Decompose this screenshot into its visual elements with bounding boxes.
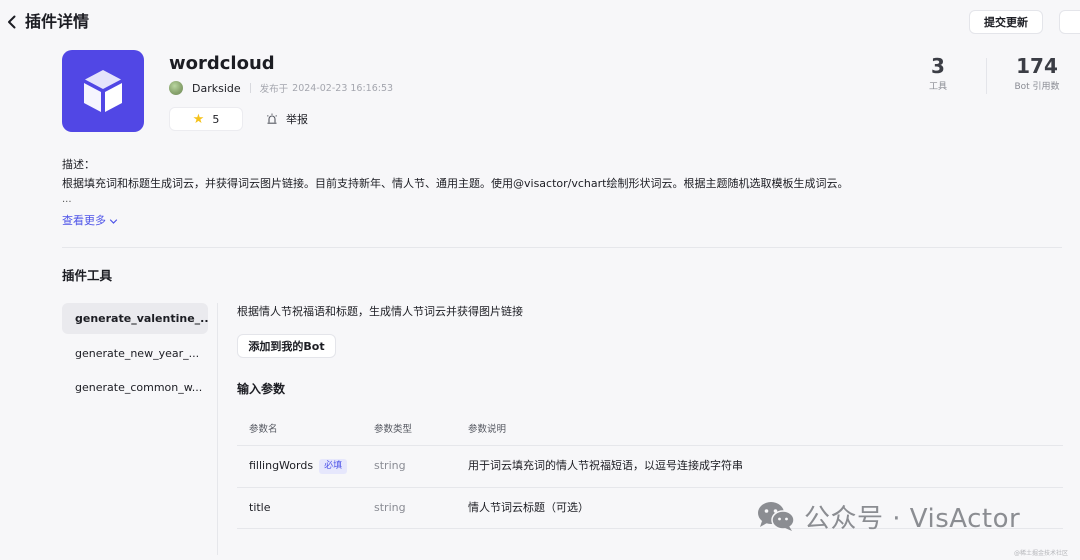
column-header-name: 参数名 <box>249 424 278 435</box>
add-to-bot-button[interactable]: 添加到我的Bot <box>237 334 336 358</box>
column-header-desc: 参数说明 <box>468 424 507 435</box>
param-desc: 情人节词云标题（可选） <box>468 501 589 514</box>
param-name: fillingWords <box>249 459 314 472</box>
report-label: 举报 <box>286 113 308 126</box>
top-bar: 插件详情 提交更新 <box>0 0 1080 44</box>
tool-item-common[interactable]: generate_common_w... <box>62 372 208 403</box>
description-label: 描述： <box>62 158 95 171</box>
page-title: 插件详情 <box>25 12 90 31</box>
chevron-down-icon <box>109 218 118 224</box>
row-divider <box>237 445 1063 446</box>
star-count: 5 <box>212 112 220 126</box>
description-ellipsis: ... <box>62 194 72 205</box>
required-badge: 必填 <box>319 459 348 474</box>
section-divider <box>62 247 1062 248</box>
param-desc: 用于词云填充词的情人节祝福短语，以逗号连接成字符串 <box>468 459 743 472</box>
published-time: 2024-02-23 16:16:53 <box>292 82 394 94</box>
params-title: 输入参数 <box>237 382 286 396</box>
more-button[interactable] <box>1059 10 1080 34</box>
param-type: string <box>374 501 406 514</box>
see-more-link[interactable]: 查看更多 <box>62 213 118 229</box>
star-button[interactable]: ★ 5 <box>169 107 243 131</box>
report-button[interactable]: 举报 <box>266 110 308 128</box>
tools-count: 3 <box>931 54 945 78</box>
watermark: 公众号 · VisActor <box>756 498 1020 534</box>
bots-count: 174 <box>1016 54 1058 78</box>
row-divider <box>237 487 1063 488</box>
author-row: Darkside 发布于 2024-02-23 16:16:53 <box>169 80 393 96</box>
published-label: 发布于 <box>259 84 289 95</box>
plugin-logo <box>62 50 144 132</box>
watermark-text: 公众号 · VisActor <box>804 503 1021 534</box>
cube-icon <box>84 70 122 112</box>
param-type: string <box>374 459 406 472</box>
stat-divider <box>986 58 987 94</box>
param-name-cell: fillingWords 必填 <box>249 458 348 474</box>
star-icon: ★ <box>192 111 205 127</box>
plugin-name: wordcloud <box>169 53 275 74</box>
tool-item-valentine[interactable]: generate_valentine_... <box>62 303 208 334</box>
tools-label: 工具 <box>928 82 947 92</box>
bots-stat: 174 Bot 引用数 <box>1004 54 1070 94</box>
back-arrow-icon[interactable] <box>4 12 20 32</box>
submit-update-button[interactable]: 提交更新 <box>969 10 1043 34</box>
column-header-type: 参数类型 <box>374 424 413 435</box>
bots-label: Bot 引用数 <box>1014 82 1060 92</box>
description-text: 根据填充词和标题生成词云，并获得词云图片链接。目前支持新年、情人节、通用主题。使… <box>62 177 849 190</box>
tools-divider <box>217 303 218 555</box>
param-name: title <box>249 501 271 514</box>
tool-item-new-year[interactable]: generate_new_year_... <box>62 338 208 369</box>
divider <box>249 83 251 93</box>
tools-section-title: 插件工具 <box>62 268 113 283</box>
wechat-icon <box>758 502 795 531</box>
watermark-small: @稀土掘金技术社区 <box>1014 550 1069 557</box>
author-name[interactable]: Darkside <box>192 82 241 95</box>
tool-description: 根据情人节祝福语和标题，生成情人节词云并获得图片链接 <box>237 305 523 318</box>
alarm-icon <box>267 113 277 124</box>
avatar[interactable] <box>169 81 183 95</box>
tools-stat: 3 工具 <box>918 54 958 94</box>
see-more-label: 查看更多 <box>62 214 106 227</box>
